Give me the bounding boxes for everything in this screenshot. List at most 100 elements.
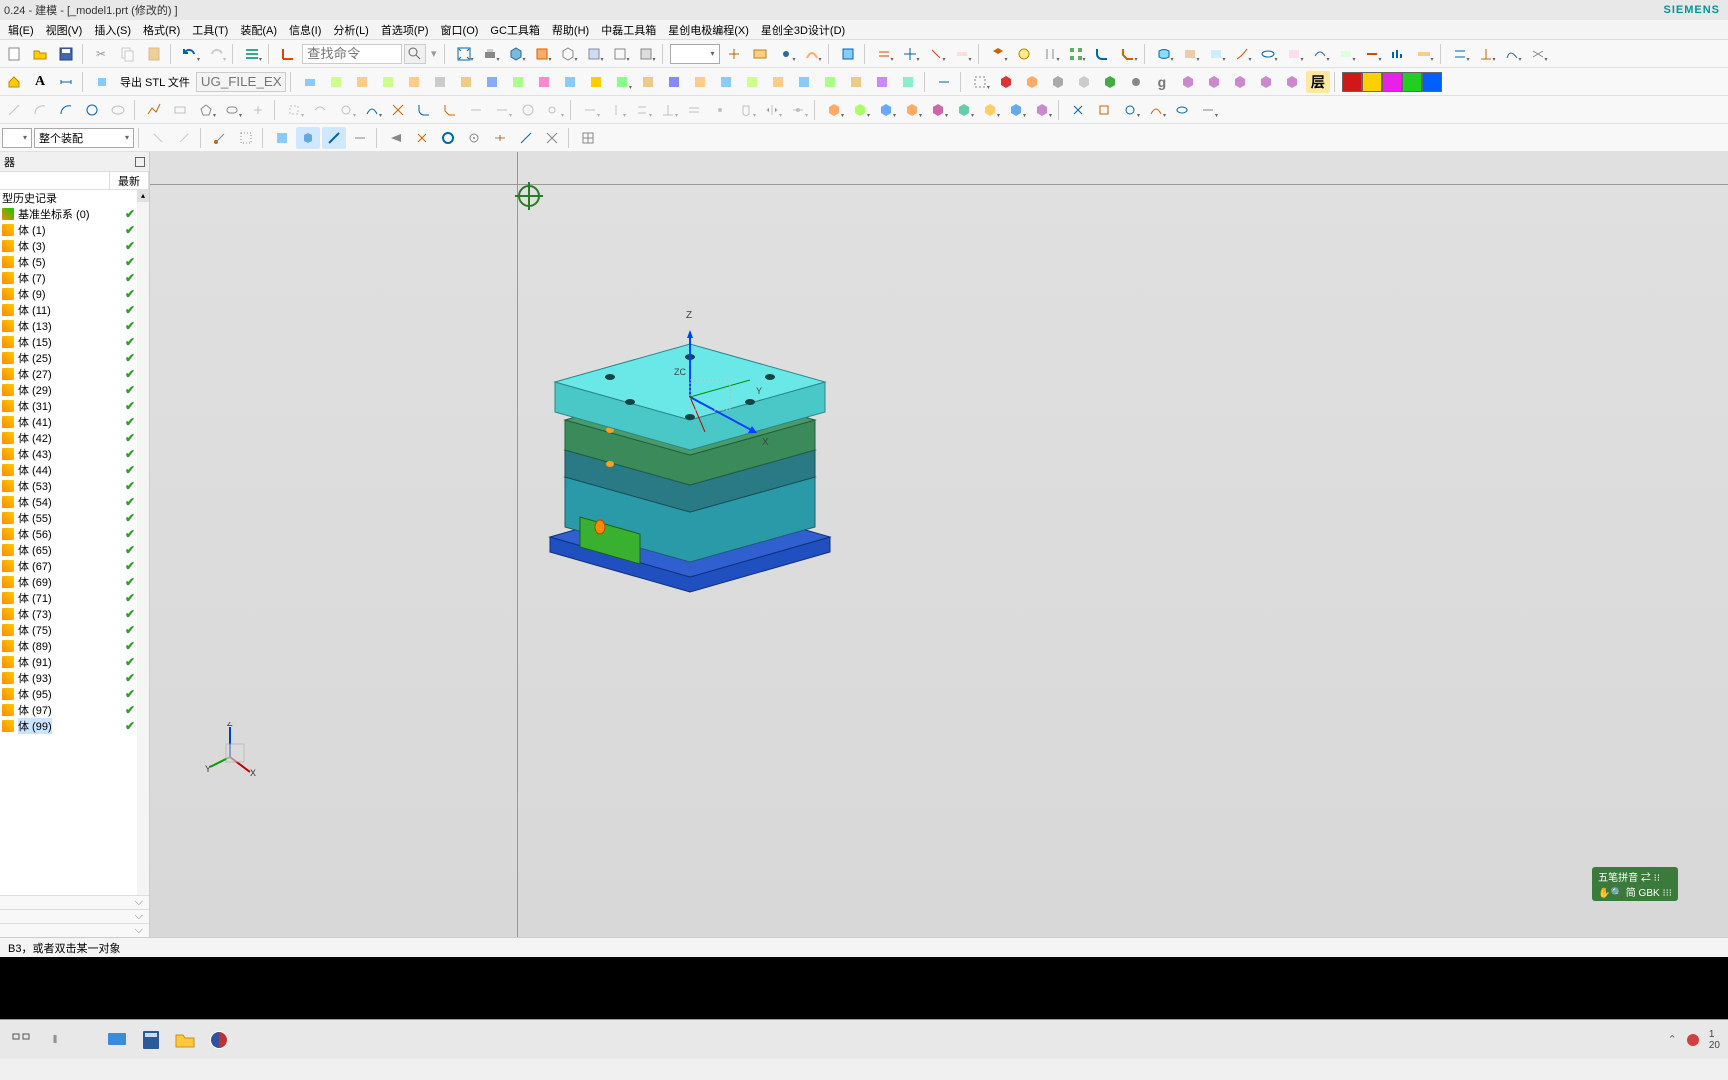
tree-item[interactable]: 体 (91)✔ [0,654,149,670]
chamfer-button[interactable] [1116,43,1140,65]
menu-gctoolbox[interactable]: GC工具箱 [484,22,546,38]
tree-item[interactable]: 体 (89)✔ [0,638,149,654]
tree-item[interactable]: 体 (73)✔ [0,606,149,622]
mw-20[interactable] [792,71,816,93]
task-view-button[interactable] [8,1027,34,1053]
tree-item[interactable]: 体 (71)✔ [0,590,149,606]
render-button[interactable] [530,43,554,65]
color-swatch[interactable] [1382,72,1402,92]
project-button[interactable] [1526,43,1550,65]
sel-3[interactable] [1020,71,1044,93]
c6[interactable] [708,99,732,121]
sel-8[interactable] [1176,71,1200,93]
menu-electrode[interactable]: 星创电极编程(X) [662,22,755,38]
layer-button[interactable] [634,43,658,65]
wcs-button[interactable] [276,43,300,65]
layer-tool[interactable]: 层 [1306,71,1330,93]
sel-2[interactable] [994,71,1018,93]
tree-item[interactable]: 体 (97)✔ [0,702,149,718]
tray-user-icon[interactable] [1685,1032,1701,1048]
selection-filter-combo[interactable] [670,44,720,64]
mw-8[interactable] [480,71,504,93]
save-button[interactable] [54,43,78,65]
tree-item[interactable]: 体 (53)✔ [0,478,149,494]
mw-16[interactable] [688,71,712,93]
mw-19[interactable] [766,71,790,93]
color-swatch[interactable] [1402,72,1422,92]
datum-plane-button[interactable] [950,43,974,65]
blend-button[interactable] [1090,43,1114,65]
task-desktop-button[interactable] [104,1027,130,1053]
loft-button[interactable] [1256,43,1280,65]
arc-button[interactable] [28,99,52,121]
snap12[interactable] [462,127,486,149]
tree-item[interactable]: 体 (13)✔ [0,318,149,334]
asm6[interactable] [952,99,976,121]
snap14[interactable] [514,127,538,149]
tree-item[interactable]: 体 (31)✔ [0,398,149,414]
s5[interactable] [386,99,410,121]
align-button[interactable] [924,43,948,65]
points-button[interactable] [246,99,270,121]
rect-button[interactable] [168,99,192,121]
sel-6[interactable] [1098,71,1122,93]
sketch-button[interactable] [836,43,860,65]
menu-preferences[interactable]: 首选项(P) [375,22,435,38]
curve-edit-button[interactable] [1500,43,1524,65]
tree-item[interactable]: 体 (42)✔ [0,430,149,446]
menu-view[interactable]: 视图(V) [40,22,89,38]
menu-help[interactable]: 帮助(H) [546,22,595,38]
mw-2[interactable] [324,71,348,93]
s1[interactable] [282,99,306,121]
redo-button[interactable] [204,43,228,65]
tree-item[interactable]: 体 (29)✔ [0,382,149,398]
sel-12[interactable] [1280,71,1304,93]
sk1[interactable] [1066,99,1090,121]
asm4[interactable] [900,99,924,121]
asm5[interactable] [926,99,950,121]
task-nx-button[interactable] [206,1027,232,1053]
s8[interactable] [464,99,488,121]
nsurf-button[interactable] [1282,43,1306,65]
snap10[interactable] [410,127,434,149]
trim-button[interactable] [1334,43,1358,65]
sel-7[interactable] [1124,71,1148,93]
c9[interactable] [786,99,810,121]
s2[interactable] [308,99,332,121]
sk2[interactable] [1092,99,1116,121]
asm3[interactable] [874,99,898,121]
c3[interactable] [630,99,654,121]
color-swatch[interactable] [1362,72,1382,92]
mold-model[interactable] [530,302,870,612]
new-button[interactable] [2,43,26,65]
snap9[interactable] [384,127,408,149]
menu-window[interactable]: 窗口(O) [435,22,485,38]
menu-insert[interactable]: 插入(S) [88,22,137,38]
snap1[interactable] [146,127,170,149]
collapse-2[interactable]: ⌵ [0,909,149,923]
thread-button[interactable] [1038,43,1062,65]
text-button[interactable]: A [28,71,52,93]
tree-item[interactable]: 体 (1)✔ [0,222,149,238]
sel-5[interactable] [1072,71,1096,93]
ime-indicator[interactable]: 五笔拼音 ⇄ ⁝⁝ ✋🔍 简 GBK ⁝⁝⁝ [1592,867,1678,901]
pattern-button[interactable] [1064,43,1088,65]
mesh-button[interactable] [1204,43,1228,65]
tree-item[interactable]: 体 (25)✔ [0,350,149,366]
tray-expand-icon[interactable]: ⌃ [1668,1033,1677,1046]
mw-18[interactable] [740,71,764,93]
sel-10[interactable] [1228,71,1252,93]
assembly-scope-combo[interactable]: 整个装配 [34,128,134,148]
circle-button[interactable] [80,99,104,121]
stl-path-input[interactable] [196,72,286,92]
snap5[interactable] [270,127,294,149]
asm2[interactable] [848,99,872,121]
snap2[interactable] [172,127,196,149]
sk6[interactable] [1196,99,1220,121]
s7[interactable] [438,99,462,121]
panel-dock-button[interactable] [135,157,145,167]
menu-zhonglei[interactable]: 中磊工具箱 [595,22,662,38]
snap13[interactable] [488,127,512,149]
tree-item[interactable]: 体 (11)✔ [0,302,149,318]
asm7[interactable] [978,99,1002,121]
